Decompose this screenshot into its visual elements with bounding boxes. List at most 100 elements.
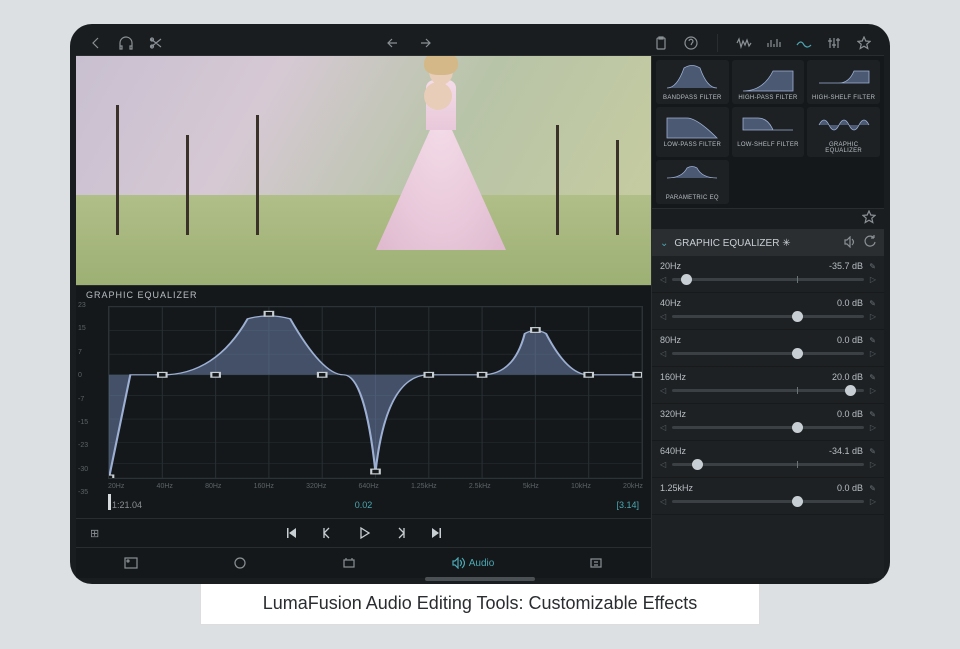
layers-icon[interactable]: ⊞ (90, 527, 99, 540)
slider-thumb[interactable] (792, 311, 803, 322)
band-slider[interactable] (672, 315, 864, 318)
back-icon[interactable] (88, 35, 104, 51)
timeline[interactable]: 1:21.04 0.02 [3.14] (76, 492, 651, 518)
slider-thumb[interactable] (681, 274, 692, 285)
increase-icon[interactable]: ▷ (870, 460, 876, 469)
increase-icon[interactable]: ▷ (870, 497, 876, 506)
undo-icon[interactable] (386, 35, 402, 51)
filter-highpass[interactable]: HIGH-PASS FILTER (732, 60, 805, 104)
equalizer-graph-section: GRAPHIC EQUALIZER (76, 286, 651, 578)
star-icon[interactable] (862, 210, 876, 229)
eq-controls-header[interactable]: ⌄ GRAPHIC EQUALIZER ✳ (652, 230, 884, 256)
band-slider[interactable] (672, 463, 864, 466)
waveform-icon[interactable] (736, 35, 752, 51)
pencil-icon[interactable]: ✎ (867, 262, 876, 271)
slider-thumb[interactable] (845, 385, 856, 396)
band-slider[interactable] (672, 426, 864, 429)
decrease-icon[interactable]: ◁ (660, 275, 666, 284)
band-db-value: 0.0 dB ✎ (837, 335, 876, 345)
filter-parametric[interactable]: PARAMETRIC EQ (656, 160, 729, 204)
filter-lowpass[interactable]: LOW-PASS FILTER (656, 107, 729, 157)
band-slider[interactable] (672, 389, 864, 392)
app-frame: GRAPHIC EQUALIZER (70, 24, 890, 584)
play-icon[interactable] (356, 525, 372, 541)
filter-highshelf[interactable]: HIGH-SHELF FILTER (807, 60, 880, 104)
headphones-icon[interactable] (118, 35, 134, 51)
time-total: [3.14] (616, 500, 639, 510)
increase-icon[interactable]: ▷ (870, 275, 876, 284)
eq-band-controls: ⌄ GRAPHIC EQUALIZER ✳ 20Hz -35.7 dB ✎ ◁ … (652, 230, 884, 578)
decrease-icon[interactable]: ◁ (660, 312, 666, 321)
band-freq-label: 80Hz (660, 335, 681, 345)
tab-speed[interactable] (342, 557, 356, 569)
caption: LumaFusion Audio Editing Tools: Customiz… (200, 582, 760, 625)
redo-icon[interactable] (416, 35, 432, 51)
increase-icon[interactable]: ▷ (870, 386, 876, 395)
playhead[interactable] (108, 494, 111, 510)
eq-y-axis: 231570-7-15-23-30-35 (78, 302, 88, 496)
decrease-icon[interactable]: ◁ (660, 460, 666, 469)
eq-band: 40Hz 0.0 dB ✎ ◁ ▷ (652, 293, 884, 330)
favorites-bar (652, 208, 884, 230)
increase-icon[interactable]: ▷ (870, 423, 876, 432)
pencil-icon[interactable]: ✎ (867, 447, 876, 456)
decrease-icon[interactable]: ◁ (660, 349, 666, 358)
filter-bandpass[interactable]: BANDPASS FILTER (656, 60, 729, 104)
eq-graph[interactable] (108, 306, 643, 479)
band-freq-label: 320Hz (660, 409, 686, 419)
tab-audio[interactable]: Audio (451, 557, 495, 569)
skip-start-icon[interactable] (284, 526, 298, 540)
eq-band: 1.25kHz 0.0 dB ✎ ◁ ▷ (652, 478, 884, 515)
time-offset: 0.02 (355, 500, 373, 510)
band-db-value: 0.0 dB ✎ (837, 409, 876, 419)
eq-band: 20Hz -35.7 dB ✎ ◁ ▷ (652, 256, 884, 293)
eq-band: 640Hz -34.1 dB ✎ ◁ ▷ (652, 441, 884, 478)
video-preview[interactable] (76, 56, 651, 286)
spectrum-icon[interactable] (766, 35, 782, 51)
chevron-down-icon[interactable]: ⌄ (660, 238, 668, 249)
speaker-icon[interactable] (843, 236, 857, 251)
increase-icon[interactable]: ▷ (870, 312, 876, 321)
band-slider[interactable] (672, 278, 864, 281)
eq-icon[interactable] (796, 35, 812, 51)
slider-thumb[interactable] (692, 459, 703, 470)
increase-icon[interactable]: ▷ (870, 349, 876, 358)
skip-end-icon[interactable] (430, 526, 444, 540)
band-freq-label: 160Hz (660, 372, 686, 382)
pencil-icon[interactable]: ✎ (867, 484, 876, 493)
slider-thumb[interactable] (792, 348, 803, 359)
band-freq-label: 1.25kHz (660, 483, 693, 493)
eq-band: 160Hz 20.0 dB ✎ ◁ ▷ (652, 367, 884, 404)
filter-graphic-eq[interactable]: GRAPHIC EQUALIZER (807, 107, 880, 157)
eq-band: 320Hz 0.0 dB ✎ ◁ ▷ (652, 404, 884, 441)
help-icon[interactable] (683, 35, 699, 51)
scissors-icon[interactable] (148, 35, 164, 51)
reset-icon[interactable] (863, 235, 876, 251)
slider-thumb[interactable] (792, 422, 803, 433)
decrease-icon[interactable]: ◁ (660, 386, 666, 395)
pencil-icon[interactable]: ✎ (867, 299, 876, 308)
pencil-icon[interactable]: ✎ (867, 410, 876, 419)
eq-x-axis: 20Hz40Hz80Hz160Hz320Hz640Hz1.25kHz2.5kHz… (76, 481, 651, 492)
band-slider[interactable] (672, 500, 864, 503)
slider-thumb[interactable] (792, 496, 803, 507)
tab-frame[interactable] (124, 557, 138, 569)
next-frame-icon[interactable] (394, 526, 408, 540)
time-current: 1:21.04 (112, 500, 142, 510)
favorite-icon[interactable] (856, 35, 872, 51)
decrease-icon[interactable]: ◁ (660, 497, 666, 506)
tab-color[interactable] (233, 557, 247, 569)
band-freq-label: 640Hz (660, 446, 686, 456)
transport-controls: ⊞ (76, 518, 651, 548)
tab-info[interactable] (589, 557, 603, 569)
prev-frame-icon[interactable] (320, 526, 334, 540)
decrease-icon[interactable]: ◁ (660, 423, 666, 432)
filter-lowshelf[interactable]: LOW-SHELF FILTER (732, 107, 805, 157)
band-slider[interactable] (672, 352, 864, 355)
band-db-value: 20.0 dB ✎ (832, 372, 876, 382)
mixer-icon[interactable] (826, 35, 842, 51)
filter-presets: BANDPASS FILTER HIGH-PASS FILTER HIGH-SH… (652, 56, 884, 208)
pencil-icon[interactable]: ✎ (867, 336, 876, 345)
clipboard-icon[interactable] (653, 35, 669, 51)
pencil-icon[interactable]: ✎ (867, 373, 876, 382)
